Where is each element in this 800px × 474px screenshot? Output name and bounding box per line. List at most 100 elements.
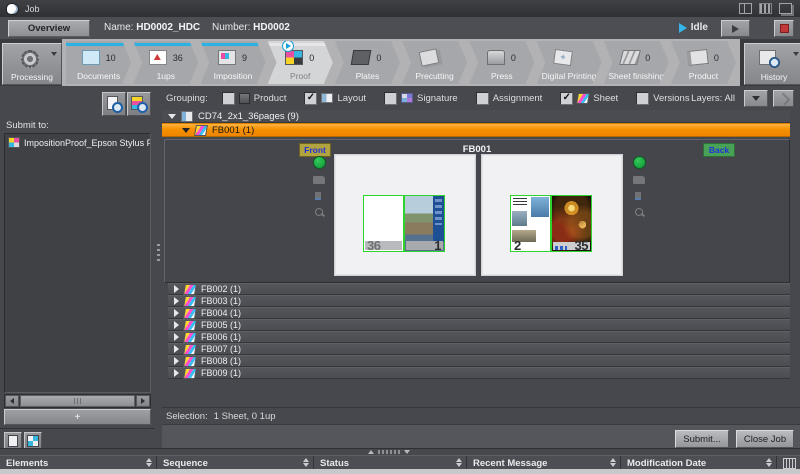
page-2-thumb[interactable]: 2 — [510, 195, 551, 253]
step-precutting[interactable]: Precutting — [402, 41, 467, 84]
assignment-checkbox[interactable] — [475, 91, 489, 105]
columns-view-icon[interactable] — [759, 3, 772, 14]
split-view-icon[interactable] — [739, 3, 752, 14]
history-button[interactable]: History — [744, 43, 800, 85]
collapsed-triangle-icon[interactable] — [174, 345, 179, 353]
overview-button[interactable]: Overview — [8, 20, 90, 37]
tree-sheet-fb003[interactable]: FB003 (1) — [168, 295, 790, 307]
column-settings[interactable] — [777, 456, 799, 470]
step-product[interactable]: 0 Product — [671, 41, 736, 84]
scroll-right-button[interactable] — [136, 395, 150, 407]
sheet-name: FB002 (1) — [201, 284, 242, 294]
page-35-thumb[interactable]: 35 — [551, 195, 592, 253]
scroll-left-button[interactable] — [5, 395, 19, 407]
sheet-name: FB004 (1) — [201, 308, 242, 318]
status-ok-dot — [633, 156, 646, 169]
layers-dropdown-button[interactable] — [744, 90, 768, 107]
step-label: Press — [490, 71, 513, 81]
column-sequence[interactable]: Sequence — [157, 456, 314, 470]
grouping-option-sheet[interactable]: ✓ Sheet — [560, 91, 618, 105]
add-submit-target-button[interactable]: + — [4, 409, 151, 425]
step-digital-printing[interactable]: Digital Printing — [536, 41, 601, 84]
tree-sheet-fb008[interactable]: FB008 (1) — [168, 355, 790, 367]
sheet-icon — [183, 319, 197, 331]
tree-sheet-fb005[interactable]: FB005 (1) — [168, 319, 790, 331]
processing-button[interactable]: Processing — [2, 43, 62, 85]
tree-sheet-fb001-selected[interactable]: FB001 (1) — [162, 123, 790, 137]
submit-target-list: ImpositionProof_Epson Stylus Pro 7900 — [4, 133, 151, 393]
step-1ups[interactable]: 36 1ups — [133, 41, 198, 84]
collapsed-triangle-icon[interactable] — [174, 357, 179, 365]
step-proof[interactable]: 0 Proof — [268, 41, 333, 84]
tree-sheet-fb004[interactable]: FB004 (1) — [168, 307, 790, 319]
column-label: Status — [320, 457, 350, 469]
collapsed-triangle-icon[interactable] — [174, 369, 179, 377]
step-documents[interactable]: 10 Documents — [66, 41, 131, 84]
tree-root-layout[interactable]: CD74_2x1_36pages (9) — [162, 110, 790, 123]
step-sheet-finishing[interactable]: 0 Sheet finishing — [604, 41, 669, 84]
step-count: 0 — [376, 52, 382, 63]
step-plates[interactable]: 0 Plates — [335, 41, 400, 84]
step-label: Documents — [77, 71, 121, 81]
grouping-option-versions[interactable]: Versions — [636, 91, 690, 105]
collapsed-triangle-icon[interactable] — [174, 333, 179, 341]
step-imposition[interactable]: 9 Imposition — [200, 41, 265, 84]
scrollbar-thumb[interactable] — [20, 395, 135, 407]
start-processing-button[interactable] — [721, 20, 750, 37]
sort-icon[interactable] — [303, 458, 309, 467]
splitter-handle[interactable] — [368, 450, 410, 454]
collapsed-triangle-icon[interactable] — [174, 285, 179, 293]
close-job-button[interactable]: Close Job — [736, 430, 794, 448]
collapsed-triangle-icon[interactable] — [174, 297, 179, 305]
collapsed-triangle-icon[interactable] — [174, 321, 179, 329]
sheet-checkbox[interactable]: ✓ — [560, 91, 574, 105]
sort-icon[interactable] — [456, 458, 462, 467]
page-36-thumb[interactable]: 36 — [363, 195, 404, 253]
folder-icon[interactable] — [633, 176, 645, 184]
product-checkbox[interactable] — [221, 91, 235, 105]
proof-preview-button[interactable] — [102, 92, 126, 116]
imposition-icon — [218, 50, 236, 65]
grouping-bar: Grouping: Product ✓ Layout Signature Ass… — [162, 86, 800, 110]
page-1-thumb[interactable]: 1 — [404, 195, 445, 253]
tree-sheet-fb002[interactable]: FB002 (1) — [168, 283, 790, 295]
step-press[interactable]: 0 Press — [469, 41, 534, 84]
stop-processing-button[interactable] — [774, 20, 794, 37]
tree-sheet-fb007[interactable]: FB007 (1) — [168, 343, 790, 355]
separation-preview-button[interactable] — [127, 92, 151, 116]
column-recent-message[interactable]: Recent Message — [467, 456, 621, 470]
action-bar: Submit... Close Job — [162, 424, 800, 449]
tree-sheet-fb009[interactable]: FB009 (1) — [168, 367, 790, 379]
versions-checkbox[interactable] — [636, 91, 650, 105]
sheet-icon — [183, 295, 197, 307]
zoom-icon[interactable] — [315, 208, 323, 216]
sort-icon[interactable] — [146, 458, 152, 467]
grouping-option-product[interactable]: Product — [221, 91, 287, 105]
column-status[interactable]: Status — [314, 456, 467, 470]
sidebar-horizontal-scrollbar[interactable] — [4, 394, 151, 408]
sort-icon[interactable] — [766, 458, 772, 467]
expanded-triangle-icon[interactable] — [168, 113, 176, 119]
grouping-option-signature[interactable]: Signature — [384, 91, 458, 105]
column-elements[interactable]: Elements — [0, 456, 157, 470]
sort-icon[interactable] — [610, 458, 616, 467]
grouping-option-layout[interactable]: ✓ Layout — [304, 91, 366, 105]
layout-checkbox[interactable]: ✓ — [304, 91, 318, 105]
back-sheet-thumbnail[interactable]: 2 35 — [481, 154, 623, 276]
folder-icon[interactable] — [313, 176, 325, 184]
submit-target-item[interactable]: ImpositionProof_Epson Stylus Pro 7900 — [5, 134, 150, 151]
column-modification-date[interactable]: Modification Date — [621, 456, 777, 470]
zoom-icon[interactable] — [635, 208, 643, 216]
collapsed-triangle-icon[interactable] — [174, 309, 179, 317]
job-window: Job Overview Name: HD0002_HDC Number: HD… — [0, 0, 800, 474]
tree-sheet-fb006[interactable]: FB006 (1) — [168, 331, 790, 343]
layers-apply-button[interactable] — [773, 90, 794, 107]
grouping-option-assignment[interactable]: Assignment — [475, 91, 542, 105]
cascade-windows-icon[interactable] — [779, 3, 792, 14]
front-sheet-thumbnail[interactable]: 36 1 — [334, 154, 476, 276]
signature-checkbox[interactable] — [384, 91, 398, 105]
submit-button[interactable]: Submit... — [675, 430, 729, 448]
sheet-name: FB008 (1) — [201, 356, 242, 366]
option-label: Product — [253, 92, 287, 104]
expanded-triangle-icon[interactable] — [182, 127, 190, 133]
